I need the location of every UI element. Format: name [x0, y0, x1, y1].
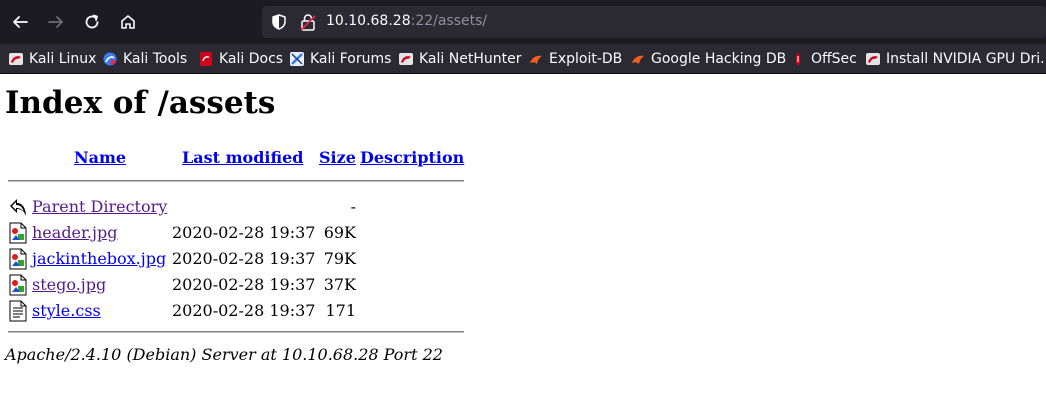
insecure-lock-icon[interactable] [300, 13, 316, 31]
file-date: 2020-02-28 19:37 [172, 275, 316, 294]
kali-docs-icon [200, 52, 212, 66]
browser-toolbar: 10.10.68.28:22/assets/ [0, 0, 1046, 44]
url-path: :22/assets/ [410, 13, 488, 29]
address-bar[interactable]: 10.10.68.28:22/assets/ [262, 6, 1046, 38]
file-link[interactable]: Parent Directory [32, 197, 167, 216]
bookmark-label: Google Hacking DB [651, 51, 787, 67]
file-size: 171 [325, 301, 356, 320]
file-link[interactable]: header.jpg [32, 223, 117, 242]
exploit-db-icon [632, 55, 644, 64]
bookmark-kali-nethunter[interactable]: Kali NetHunter [398, 44, 522, 73]
back-button[interactable] [6, 8, 34, 36]
image-file-icon [9, 222, 27, 244]
table-row: jackinthebox.jpg 2020-02-28 19:37 79K [0, 245, 470, 271]
column-header-last-modified[interactable]: Last modified [182, 148, 303, 167]
file-size: 79K [323, 249, 356, 268]
bookmark-label: Kali Linux [29, 51, 97, 67]
table-row: header.jpg 2020-02-28 19:37 69K [0, 219, 470, 245]
file-date: 2020-02-28 19:37 [172, 223, 316, 242]
server-signature: Apache/2.4.10 (Debian) Server at 10.10.6… [5, 345, 443, 364]
home-button[interactable] [114, 8, 142, 36]
file-size: - [350, 197, 356, 216]
forward-button[interactable] [42, 8, 70, 36]
file-date: 2020-02-28 19:37 [172, 301, 316, 320]
kali-dragon-icon [9, 53, 23, 65]
home-icon [121, 15, 135, 29]
image-file-icon [9, 248, 27, 270]
table-row: Parent Directory - [0, 193, 470, 219]
bookmark-label: OffSec [811, 51, 857, 67]
reload-button[interactable] [78, 8, 106, 36]
offsec-icon [796, 52, 800, 66]
shield-icon[interactable] [270, 13, 288, 31]
bookmark-label: Kali NetHunter [419, 51, 522, 67]
bookmark-kali-linux[interactable]: Kali Linux [8, 44, 97, 73]
column-header-name[interactable]: Name [74, 148, 126, 167]
file-link[interactable]: stego.jpg [32, 275, 106, 294]
forward-arrow-icon [48, 16, 63, 28]
url-host: 10.10.68.28 [326, 13, 411, 29]
back-arrow-icon [13, 16, 28, 28]
image-file-icon [9, 274, 27, 296]
bookmarks-toolbar: Kali Linux Kali Tools Kali Docs Kali For… [0, 44, 1046, 74]
exploit-db-icon [530, 55, 542, 64]
file-link[interactable]: jackinthebox.jpg [32, 249, 166, 268]
back-arrow-icon [10, 199, 26, 216]
table-row: style.css 2020-02-28 19:37 171 [0, 297, 470, 323]
page-content: Index of /assets Name Last modified Size… [0, 75, 1046, 413]
bookmark-offsec[interactable]: OffSec [790, 44, 857, 73]
url-text[interactable]: 10.10.68.28:22/assets/ [326, 13, 487, 29]
file-size: 37K [323, 275, 356, 294]
page-title: Index of /assets [5, 85, 276, 121]
file-link[interactable]: style.css [32, 301, 101, 320]
header-divider [8, 180, 464, 182]
table-row: stego.jpg 2020-02-28 19:37 37K [0, 271, 470, 297]
file-date: 2020-02-28 19:37 [172, 249, 316, 268]
footer-divider [8, 331, 464, 333]
bookmark-exploit-db[interactable]: Exploit-DB [528, 44, 623, 73]
bookmark-install-nvidia[interactable]: Install NVIDIA GPU Dri... [865, 44, 1046, 73]
bookmark-kali-docs[interactable]: Kali Docs [198, 44, 284, 73]
kali-dragon-icon [399, 53, 413, 65]
bookmark-kali-tools[interactable]: Kali Tools [102, 44, 188, 73]
bookmark-kali-forums[interactable]: Kali Forums [289, 44, 392, 73]
bookmark-label: Install NVIDIA GPU Dri... [886, 51, 1046, 67]
bookmark-label: Kali Tools [123, 51, 188, 67]
kali-tools-icon [103, 52, 117, 66]
reload-icon [85, 14, 99, 29]
column-header-size[interactable]: Size [319, 148, 356, 167]
bookmark-google-hacking-db[interactable]: Google Hacking DB [630, 44, 787, 73]
text-file-icon [9, 300, 27, 322]
kali-dragon-icon [866, 53, 880, 65]
column-header-description[interactable]: Description [360, 148, 464, 167]
file-size: 69K [323, 223, 356, 242]
bookmark-label: Kali Docs [219, 51, 284, 67]
bookmark-label: Exploit-DB [549, 51, 623, 67]
bookmark-label: Kali Forums [310, 51, 392, 67]
kali-forums-icon [290, 52, 304, 66]
